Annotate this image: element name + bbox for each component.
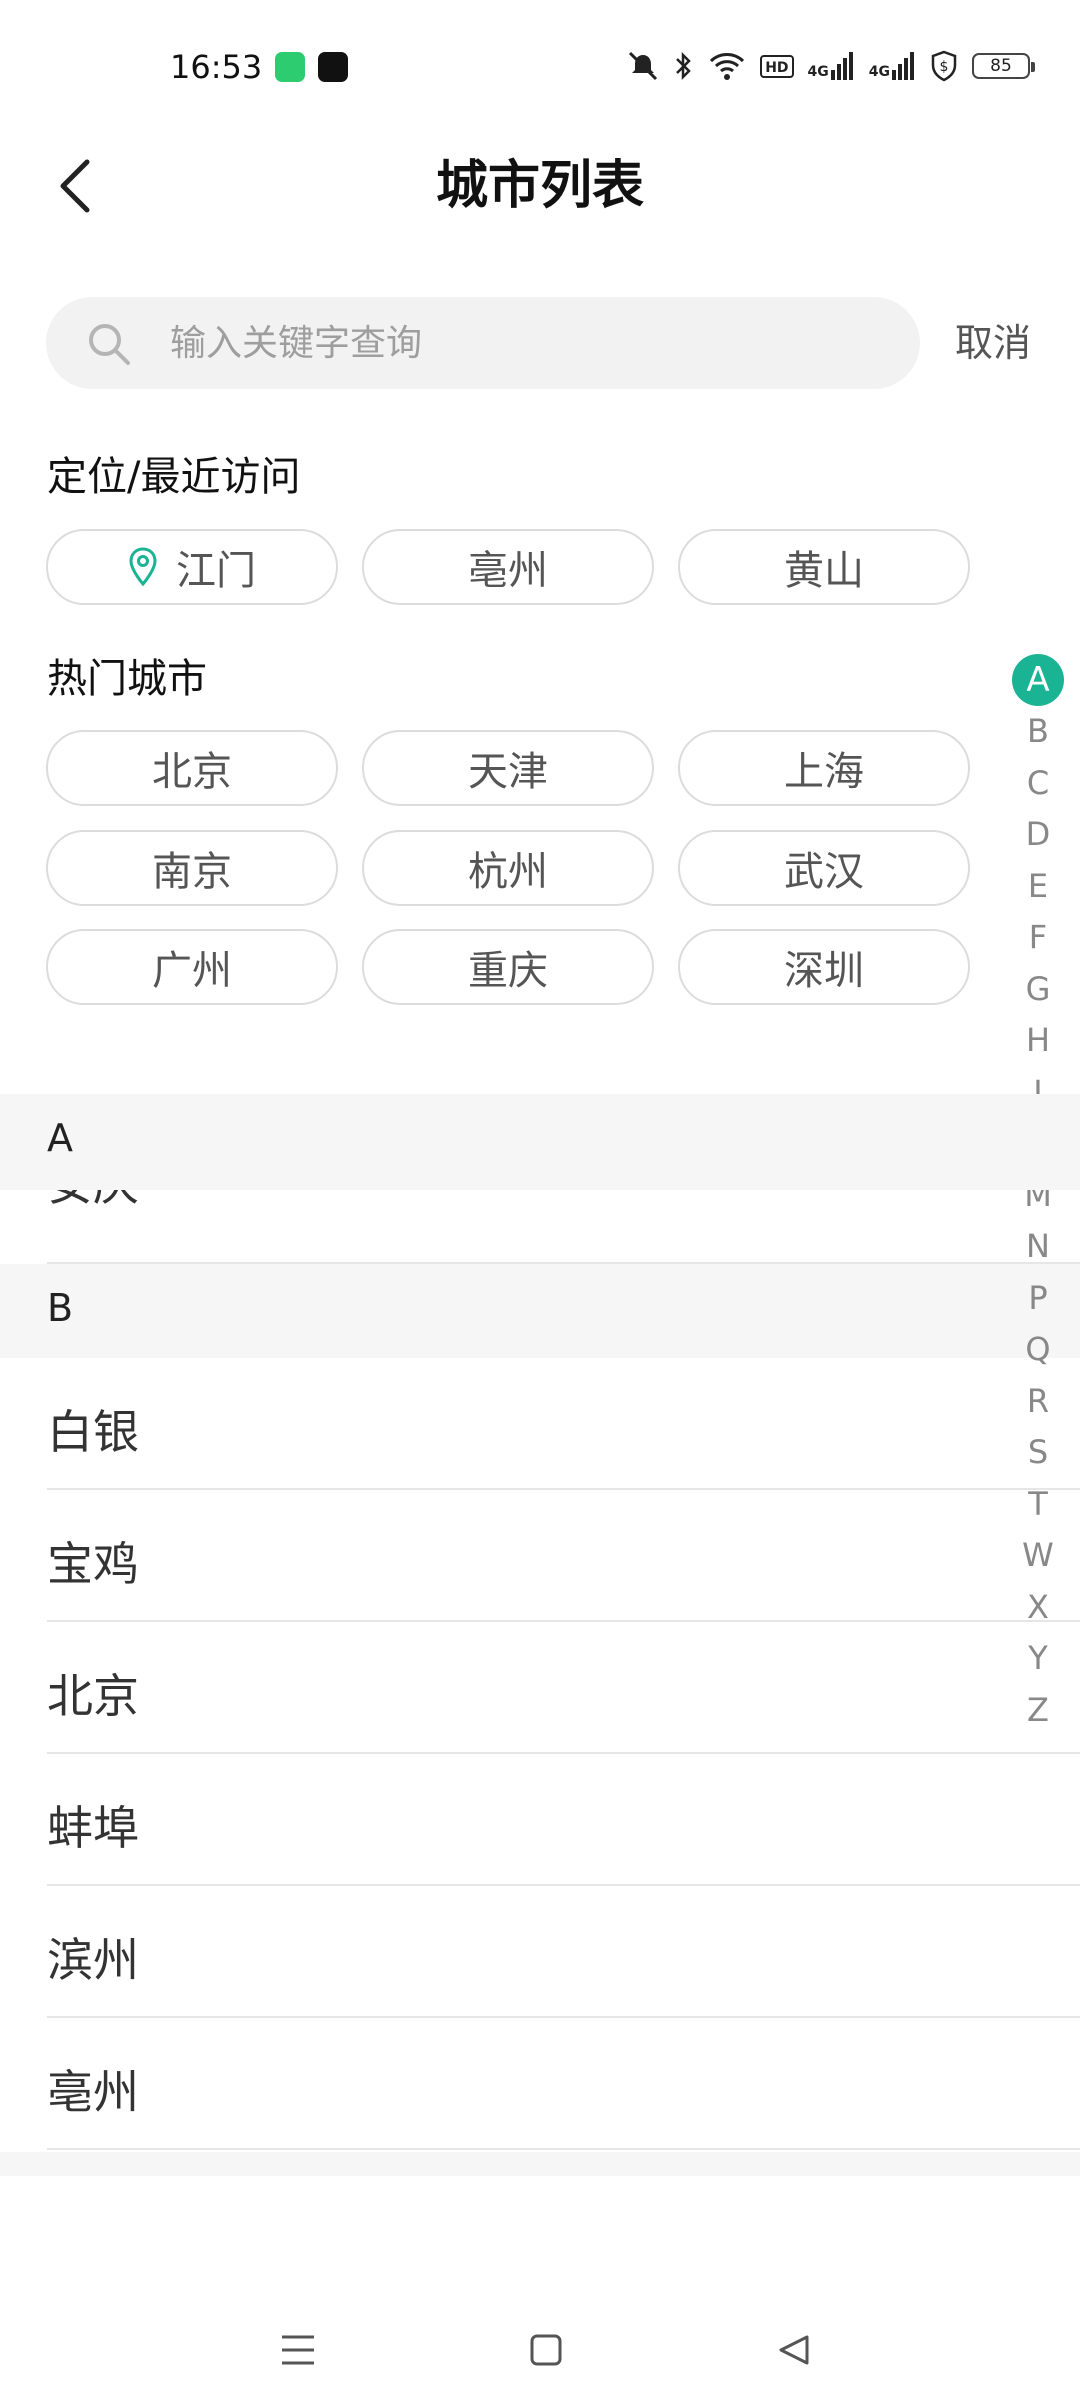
status-icons: HD 4G 4G $ 85	[626, 50, 1035, 82]
hot-city-chip[interactable]: 上海	[678, 730, 970, 806]
hot-city-chip[interactable]: 北京	[46, 730, 338, 806]
shield-icon: $	[930, 50, 958, 82]
cancel-button[interactable]: 取消	[955, 312, 1031, 367]
alphabet-letter-r[interactable]: R	[1011, 1375, 1065, 1427]
list-item[interactable]: 白银	[47, 1358, 1080, 1490]
alphabet-letter-c[interactable]: C	[1011, 757, 1065, 809]
nav-back-button[interactable]	[764, 2322, 824, 2378]
hot-city-chip[interactable]: 重庆	[362, 929, 654, 1005]
hot-city-chip[interactable]: 广州	[46, 929, 338, 1005]
message-app-icon	[275, 52, 305, 82]
alphabet-letter-e[interactable]: E	[1011, 860, 1065, 912]
menu-icon	[282, 2335, 314, 2365]
list-item[interactable]: 滨州	[47, 1886, 1080, 2018]
city-name: 宝鸡	[47, 1537, 139, 1591]
signal-4g-icon: 4G	[869, 52, 916, 80]
search-icon	[89, 324, 130, 365]
bluetooth-icon	[674, 51, 694, 81]
list-bottom-strip	[0, 2152, 1080, 2176]
home-square-icon	[530, 2334, 562, 2366]
recent-city-chip[interactable]: 亳州	[362, 529, 654, 605]
section-header-a: A	[0, 1094, 1080, 1190]
location-pin-icon	[129, 547, 157, 587]
alphabet-letter-a[interactable]: A	[1011, 653, 1065, 706]
list-item[interactable]: 蚌埠	[47, 1754, 1080, 1886]
city-name: 亳州	[47, 2065, 139, 2119]
alphabet-letter-t[interactable]: T	[1011, 1478, 1065, 1530]
alphabet-letter-y[interactable]: Y	[1011, 1633, 1065, 1685]
hot-city-chip[interactable]: 深圳	[678, 929, 970, 1005]
alphabet-letter-s[interactable]: S	[1011, 1427, 1065, 1479]
list-item[interactable]: 亳州	[47, 2018, 1080, 2150]
list-item[interactable]: 宝鸡	[47, 1490, 1080, 1622]
header: 城市列表	[0, 136, 1080, 276]
home-button[interactable]	[516, 2322, 576, 2378]
alphabet-letter-h[interactable]: H	[1011, 1015, 1065, 1067]
mute-icon	[626, 51, 660, 81]
alphabet-letter-b[interactable]: B	[1011, 706, 1065, 758]
hot-city-chip[interactable]: 杭州	[362, 830, 654, 906]
list-item[interactable]: 北京	[47, 1622, 1080, 1754]
battery-indicator: 85	[972, 53, 1035, 79]
signal-4g-icon: 4G	[808, 52, 855, 80]
alphabet-letter-p[interactable]: P	[1011, 1272, 1065, 1324]
section-header-b: B	[0, 1264, 1080, 1358]
hot-city-chip[interactable]: 南京	[46, 830, 338, 906]
city-name: 白银	[47, 1405, 139, 1459]
alphabet-letter-d[interactable]: D	[1011, 809, 1065, 861]
current-location-chip[interactable]: 江门	[46, 529, 338, 605]
recent-section-label: 定位/最近访问	[47, 454, 301, 500]
menu-button[interactable]	[268, 2322, 328, 2378]
alphabet-letter-w[interactable]: W	[1011, 1530, 1065, 1582]
hot-city-chip[interactable]: 武汉	[678, 830, 970, 906]
navigation-bar	[0, 2300, 1080, 2400]
alphabet-letter-f[interactable]: F	[1011, 912, 1065, 964]
page-title: 城市列表	[435, 156, 644, 216]
hot-section-label: 热门城市	[47, 656, 207, 702]
search-input[interactable]	[170, 297, 890, 389]
city-name: 蚌埠	[47, 1801, 139, 1855]
alphabet-letter-x[interactable]: X	[1011, 1581, 1065, 1633]
alphabet-letter-z[interactable]: Z	[1011, 1684, 1065, 1736]
city-name: 北京	[47, 1669, 139, 1723]
hot-city-chip[interactable]: 天津	[362, 730, 654, 806]
wifi-icon	[708, 51, 746, 81]
alphabet-letter-q[interactable]: Q	[1011, 1324, 1065, 1376]
recent-city-chip[interactable]: 黄山	[678, 529, 970, 605]
chip-label: 江门	[176, 548, 256, 594]
back-triangle-icon	[779, 2335, 809, 2365]
alphabet-letter-g[interactable]: G	[1011, 963, 1065, 1015]
hd-icon: HD	[760, 54, 794, 78]
city-name: 滨州	[47, 1933, 139, 1987]
search-box[interactable]	[46, 297, 920, 389]
status-bar: 16:53 HD 4G 4G $ 85	[0, 0, 1080, 136]
app-notification-icon	[318, 52, 348, 82]
svg-text:$: $	[940, 59, 949, 75]
status-time: 16:53	[170, 48, 263, 86]
